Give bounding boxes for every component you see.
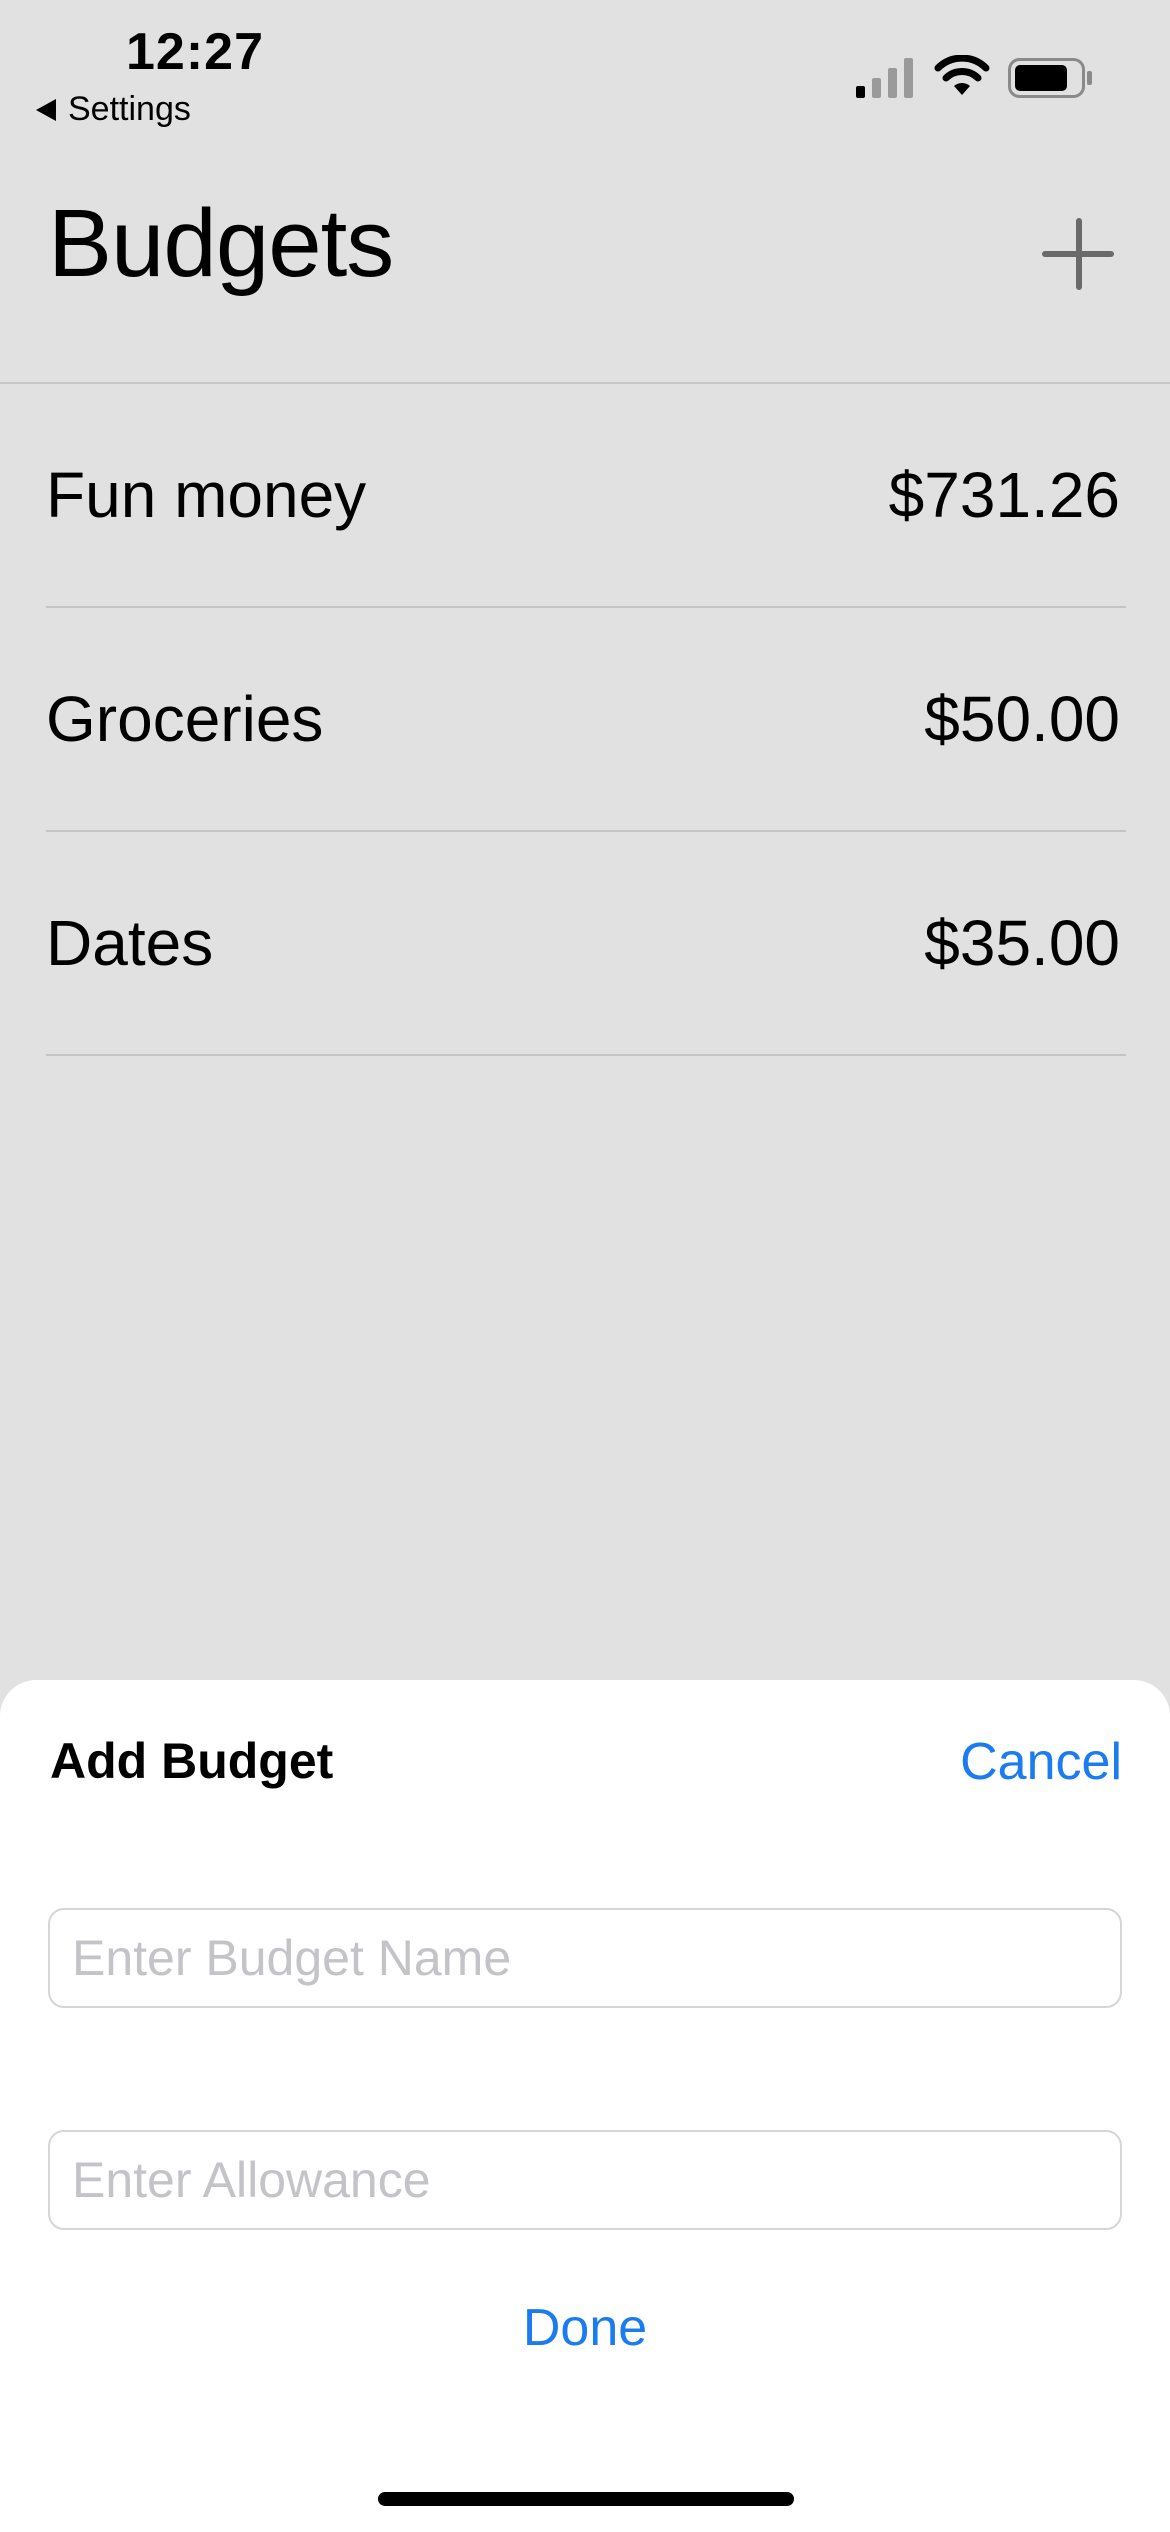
wifi-icon [934,55,990,95]
allowance-input[interactable] [48,2130,1122,2230]
page-title: Budgets [48,190,394,297]
status-time: 12:27 [126,23,264,81]
back-to-settings-link[interactable]: Settings [36,90,191,129]
budget-row-dates[interactable]: Dates $35.00 [46,832,1126,1056]
budget-row-groceries[interactable]: Groceries $50.00 [46,608,1126,832]
cancel-button[interactable]: Cancel [960,1732,1122,1792]
cellular-signal-icon [856,58,913,98]
home-indicator [378,2492,794,2506]
budget-name: Groceries [46,683,324,755]
add-budget-sheet: Add Budget Cancel Done [0,1680,1170,2532]
back-link-label: Settings [68,90,191,128]
add-budget-button[interactable] [1040,216,1116,292]
budget-name-input[interactable] [48,1908,1122,2008]
battery-icon [1008,58,1092,98]
budget-amount: $35.00 [924,907,1120,979]
budget-row-fun-money[interactable]: Fun money $731.26 [46,384,1126,608]
budget-amount: $50.00 [924,683,1120,755]
budget-name: Dates [46,907,214,979]
budget-name: Fun money [46,459,367,531]
done-button[interactable]: Done [0,2298,1170,2358]
budget-list: Fun money $731.26 Groceries $50.00 Dates… [46,384,1126,1056]
status-bar: 12:27 Settings [0,0,1170,150]
budget-amount: $731.26 [888,459,1120,531]
sheet-title: Add Budget [50,1733,334,1789]
back-triangle-icon [36,98,56,121]
